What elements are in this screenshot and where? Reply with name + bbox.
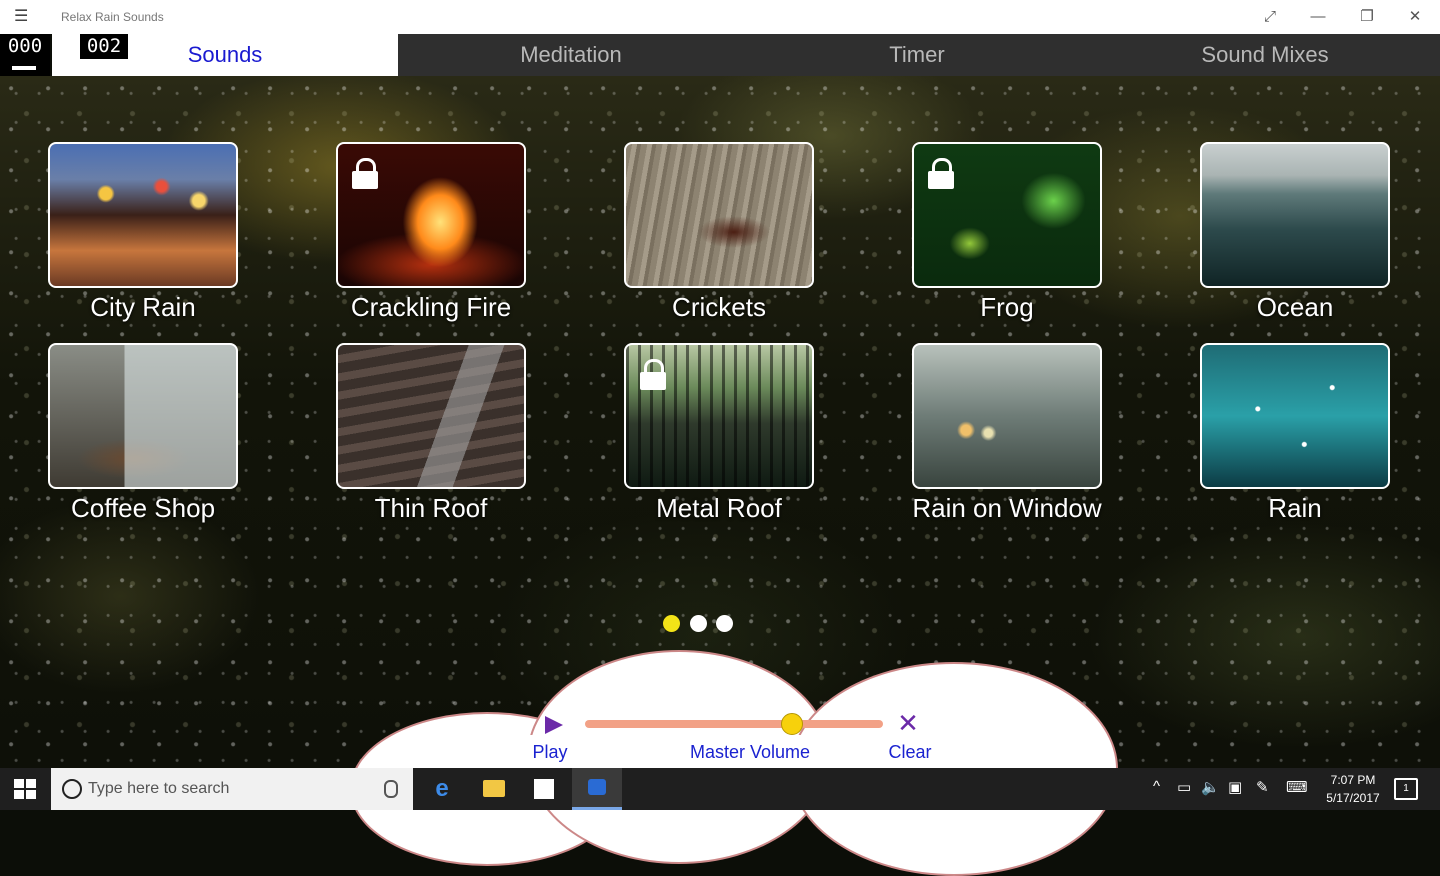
store-icon[interactable] (522, 774, 566, 804)
sound-label: City Rain (90, 292, 196, 322)
frog-image[interactable] (912, 142, 1102, 288)
volume-slider-knob[interactable] (780, 713, 803, 735)
tab-meditation[interactable]: Meditation (398, 34, 744, 76)
sound-label: Thin Roof (374, 493, 488, 523)
rain-on-window-image[interactable] (912, 343, 1102, 489)
page-dot-2[interactable] (690, 615, 707, 632)
rain-image[interactable] (1200, 343, 1390, 489)
volume-icon[interactable]: 🔈 (1201, 778, 1220, 796)
windows-start-icon[interactable] (14, 779, 36, 799)
sound-tile-thin-roof[interactable]: Thin Roof (336, 343, 526, 524)
tab-sound-mixes[interactable]: Sound Mixes (1090, 34, 1440, 76)
lock-icon (638, 359, 668, 390)
thin-roof-image[interactable] (336, 343, 526, 489)
relax-rain-sounds-taskbar-icon[interactable] (572, 768, 622, 810)
master-volume-slider[interactable] (585, 720, 883, 728)
clock-date: 5/17/2017 (1326, 791, 1380, 805)
sound-label: Crickets (672, 292, 766, 322)
notification-center-icon[interactable]: 1 (1394, 778, 1418, 800)
page-dot-1[interactable] (663, 615, 680, 632)
play-button-label[interactable]: Play (525, 742, 575, 763)
hamburger-menu-icon[interactable]: ☰ (14, 8, 34, 26)
microphone-icon[interactable] (384, 780, 398, 798)
sound-label: Rain on Window (912, 493, 1102, 523)
sound-label: Crackling Fire (350, 292, 512, 322)
tab-timer[interactable]: Timer (744, 34, 1090, 76)
clear-icon[interactable]: ✕ (896, 710, 920, 736)
edge-browser-icon[interactable]: e (420, 774, 464, 804)
minimize-button[interactable]: — (1306, 6, 1330, 28)
tray-overflow-chevron-icon[interactable]: ^ (1153, 778, 1160, 795)
sound-tile-city-rain[interactable]: City Rain (48, 142, 238, 323)
sound-label: Ocean (1256, 292, 1334, 322)
counter-left: 000 (0, 34, 50, 76)
search-placeholder: Type here to search (88, 780, 230, 797)
play-icon[interactable] (545, 716, 563, 734)
taskbar: Type here to search e ^ ▭ 🔈 ▣ ✎ ⌨ 7:07 P… (0, 768, 1440, 810)
battery-icon[interactable]: ▭ (1177, 778, 1191, 796)
sound-label: Frog (980, 292, 1034, 322)
tab-bar: Sounds Meditation Timer Sound Mixes (52, 34, 1440, 76)
coffee-shop-image[interactable] (48, 343, 238, 489)
keyboard-icon[interactable]: ⌨ (1286, 778, 1308, 796)
clear-button-label[interactable]: Clear (880, 742, 940, 763)
crackling-fire-image[interactable] (336, 142, 526, 288)
clock-time: 7:07 PM (1330, 773, 1376, 787)
sound-label: Coffee Shop (70, 493, 216, 523)
sound-tile-rain[interactable]: Rain (1200, 343, 1390, 524)
sound-label: Metal Roof (656, 493, 782, 523)
title-bar: ☰ Relax Rain Sounds ⤢ — ❐ ✕ (0, 0, 1440, 34)
file-explorer-icon[interactable] (471, 774, 515, 804)
city-rain-image[interactable] (48, 142, 238, 288)
network-icon[interactable]: ▣ (1228, 778, 1242, 796)
cortana-icon[interactable] (62, 779, 82, 799)
sound-tile-crackling-fire[interactable]: Crackling Fire (336, 142, 526, 323)
counter-right: 002 (80, 34, 128, 59)
ocean-image[interactable] (1200, 142, 1390, 288)
sound-tile-metal-roof[interactable]: Metal Roof (624, 343, 814, 524)
window-title: Relax Rain Sounds (61, 10, 164, 24)
sound-label: Rain (1268, 493, 1322, 523)
metal-roof-image[interactable] (624, 343, 814, 489)
sound-tile-frog[interactable]: Frog (912, 142, 1102, 323)
restore-button[interactable]: ❐ (1355, 6, 1379, 28)
fullscreen-icon[interactable]: ⤢ (1258, 6, 1282, 28)
lock-icon (350, 158, 380, 189)
pen-icon[interactable]: ✎ (1256, 778, 1269, 796)
sound-tile-rain-on-window[interactable]: Rain on Window (912, 343, 1102, 524)
page-dot-3[interactable] (716, 615, 733, 632)
sound-tile-ocean[interactable]: Ocean (1200, 142, 1390, 323)
counter-left-value: 000 (7, 35, 43, 57)
counter-underline (12, 66, 36, 70)
master-volume-label: Master Volume (689, 742, 811, 762)
taskbar-clock[interactable]: 7:07 PM 5/17/2017 (1318, 771, 1388, 807)
crickets-image[interactable] (624, 142, 814, 288)
sound-tile-crickets[interactable]: Crickets (624, 142, 814, 323)
sound-tile-coffee-shop[interactable]: Coffee Shop (48, 343, 238, 524)
close-button[interactable]: ✕ (1403, 6, 1427, 28)
taskbar-search-input[interactable]: Type here to search (51, 768, 413, 810)
lock-icon (926, 158, 956, 189)
